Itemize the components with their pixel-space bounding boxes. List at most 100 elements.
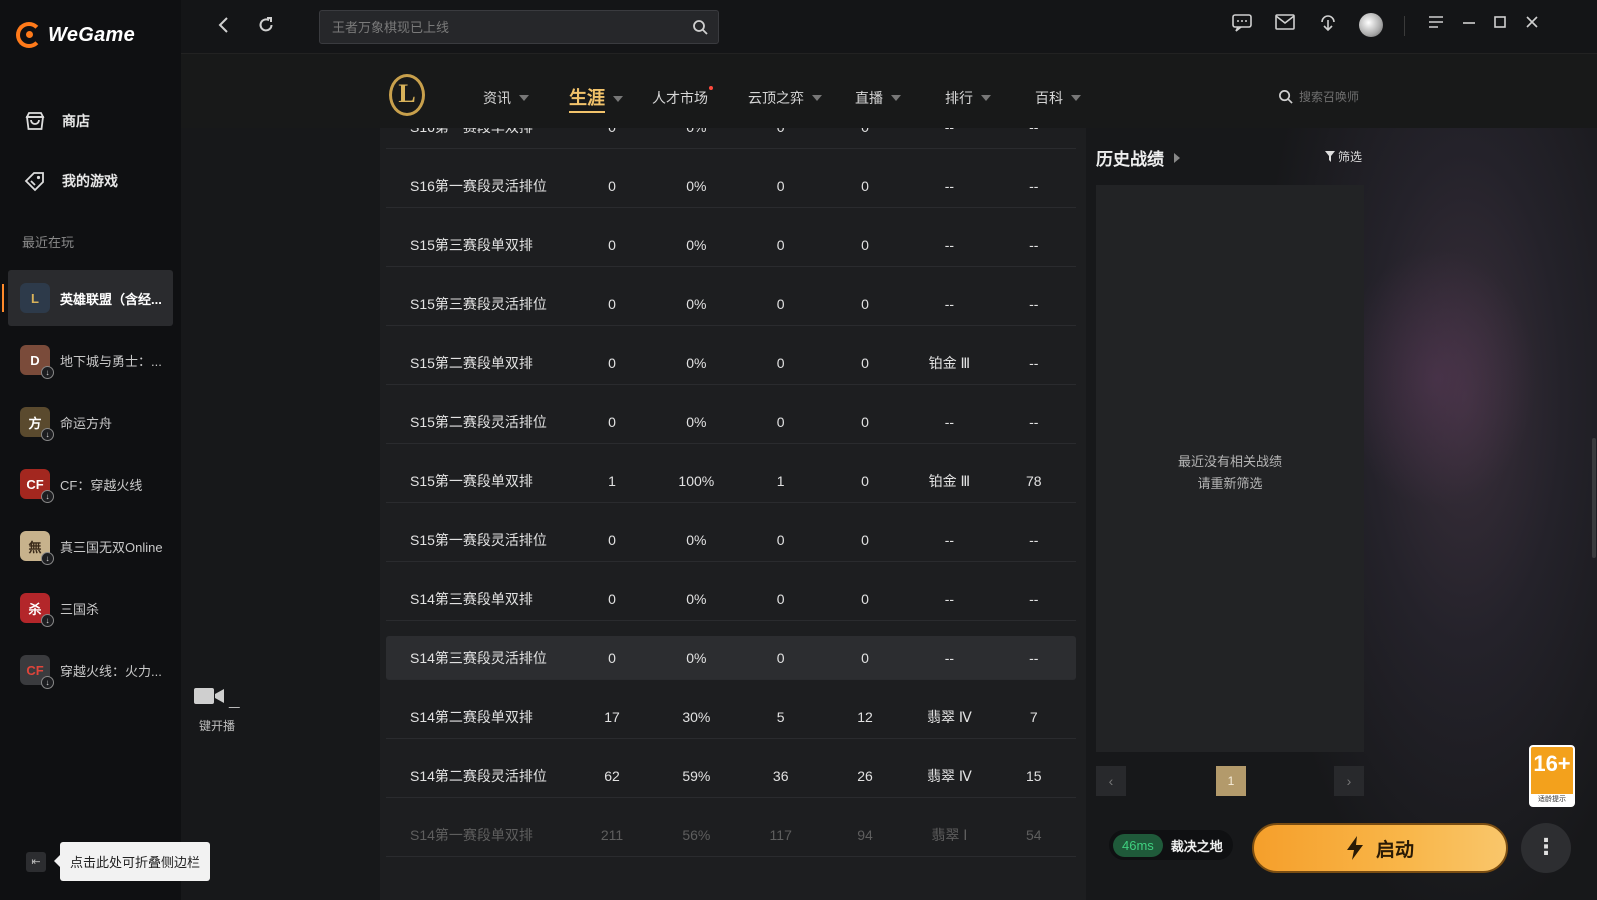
maximize-button[interactable] bbox=[1489, 14, 1511, 34]
table-cell: 0 bbox=[776, 590, 785, 607]
user-avatar[interactable] bbox=[1359, 13, 1383, 37]
collapse-left-icon: ⇤ bbox=[31, 856, 41, 868]
sidebar-item-label: 商店 bbox=[62, 113, 90, 129]
table-row[interactable]: S15第二赛段单双排 0 0% 0 0 铂金 Ⅲ -- bbox=[386, 341, 1076, 385]
global-search-input[interactable] bbox=[320, 11, 680, 43]
table-cell: 0 bbox=[861, 354, 869, 371]
summoner-search[interactable]: 搜索召唤师 bbox=[1278, 88, 1359, 105]
tab-live[interactable]: 直播 bbox=[855, 88, 901, 108]
match-history-title[interactable]: 历史战绩 bbox=[1096, 145, 1180, 170]
more-options-button[interactable]: ⋮ bbox=[1521, 823, 1571, 873]
menu-button[interactable] bbox=[1425, 14, 1447, 34]
table-cell: 0 bbox=[861, 413, 869, 430]
game-tag-icon bbox=[22, 168, 48, 194]
wegame-logo[interactable]: WeGame bbox=[16, 22, 135, 48]
tab-wiki[interactable]: 百科 bbox=[1035, 88, 1081, 108]
season-name-cell: S15第一赛段灵活排位 bbox=[410, 531, 547, 548]
refresh-button[interactable] bbox=[255, 16, 277, 38]
lol-logo-icon[interactable]: L bbox=[389, 74, 425, 116]
scrollbar[interactable] bbox=[1592, 438, 1596, 558]
table-cell: 94 bbox=[857, 826, 873, 843]
table-cell: 0 bbox=[608, 413, 616, 430]
sidebar-item-store[interactable]: 商店 bbox=[22, 108, 90, 134]
recent-game-dnf[interactable]: D ↓ 地下城与勇士：... bbox=[8, 332, 173, 388]
sidebar-item-my-games[interactable]: 我的游戏 bbox=[22, 168, 118, 194]
close-icon bbox=[1526, 16, 1538, 28]
table-cell: 0 bbox=[608, 177, 616, 194]
table-cell: -- bbox=[1029, 649, 1039, 666]
season-name-cell: S16第一赛段单双排 bbox=[386, 128, 570, 137]
table-cell: 0 bbox=[861, 531, 869, 548]
recent-game-lost-ark[interactable]: 方 ↓ 命运方舟 bbox=[8, 394, 173, 450]
table-cell: 0% bbox=[686, 354, 707, 371]
table-cell: 0% bbox=[686, 649, 707, 666]
table-cell: 0 bbox=[823, 128, 907, 135]
chevron-left-icon bbox=[218, 17, 228, 33]
table-row[interactable]: S14第三赛段灵活排位 0 0% 0 0 -- -- bbox=[386, 636, 1076, 680]
recent-game-cf[interactable]: CF ↓ CF：穿越火线 bbox=[8, 456, 173, 512]
launch-button[interactable]: 启动 bbox=[1252, 823, 1508, 873]
ping-badge: 46ms bbox=[1113, 833, 1163, 857]
table-row[interactable]: S16第一赛段灵活排位 0 0% 0 0 -- -- bbox=[386, 164, 1076, 208]
table-cell: 30% bbox=[682, 708, 711, 725]
table-row[interactable]: S14第三赛段单双排 0 0% 0 0 -- -- bbox=[386, 577, 1076, 621]
page-number-button[interactable]: 1 bbox=[1216, 766, 1246, 796]
match-history-list: 最近没有相关战绩 请重新筛选 bbox=[1096, 185, 1364, 752]
mail-button[interactable] bbox=[1274, 14, 1296, 35]
table-cell: 0% bbox=[686, 177, 707, 194]
age-rating-badge: 16+ 适龄提示 bbox=[1529, 745, 1575, 807]
top-bar bbox=[181, 0, 1597, 54]
table-cell: 0% bbox=[686, 531, 707, 548]
download-icon: ↓ bbox=[41, 490, 54, 503]
table-row[interactable]: S14第二赛段单双排 17 30% 5 12 翡翠 Ⅳ 7 bbox=[386, 695, 1076, 739]
recent-game-sanguosha[interactable]: 杀 ↓ 三国杀 bbox=[8, 580, 173, 636]
tab-career[interactable]: 生涯 bbox=[569, 84, 623, 113]
table-row[interactable]: S15第三赛段灵活排位 0 0% 0 0 -- -- bbox=[386, 282, 1076, 326]
game-label: 地下城与勇士：... bbox=[60, 353, 162, 369]
next-page-button[interactable]: › bbox=[1334, 766, 1364, 796]
table-cell: 0 bbox=[608, 590, 616, 607]
search-icon[interactable] bbox=[692, 19, 708, 35]
recent-games-heading: 最近在玩 bbox=[22, 235, 75, 250]
table-row[interactable]: S15第一赛段灵活排位 0 0% 0 0 -- -- bbox=[386, 518, 1076, 562]
filter-button[interactable]: 筛选 bbox=[1324, 148, 1362, 165]
tab-label: 生涯 bbox=[569, 84, 605, 113]
one-click-live-button[interactable]: 一键开播 bbox=[189, 686, 245, 735]
caret-down-icon bbox=[519, 95, 529, 101]
table-cell: -- bbox=[944, 295, 955, 312]
game-label: CF：穿越火线 bbox=[60, 477, 143, 493]
recent-game-dynasty-warriors[interactable]: 無 ↓ 真三国无双Online bbox=[8, 518, 173, 574]
table-cell: 0 bbox=[861, 649, 869, 666]
tab-talent-market[interactable]: 人才市场 bbox=[652, 86, 713, 108]
table-row[interactable]: S14第二赛段灵活排位 62 59% 36 26 翡翠 Ⅳ 15 bbox=[386, 754, 1076, 798]
refresh-icon bbox=[259, 17, 273, 32]
tab-tft[interactable]: 云顶之弈 bbox=[748, 88, 822, 108]
chevron-right-icon bbox=[1174, 152, 1180, 163]
table-row[interactable]: S16第一赛段单双排00%00---- bbox=[386, 128, 1076, 149]
table-row[interactable]: S15第一赛段单双排 1 100% 1 0 铂金 Ⅲ 78 bbox=[386, 459, 1076, 503]
career-content: 一键开播 S16第一赛段单双排00%00----S16第一赛段灵活排位00%00… bbox=[181, 128, 1597, 900]
back-button[interactable] bbox=[213, 16, 235, 38]
global-search bbox=[319, 10, 719, 44]
recent-game-lol[interactable]: L 英雄联盟（含经... bbox=[2, 270, 173, 326]
table-cell: -- bbox=[1029, 177, 1039, 194]
close-button[interactable] bbox=[1521, 14, 1543, 34]
table-cell: 0 bbox=[776, 649, 785, 666]
table-row[interactable]: S15第二赛段灵活排位 0 0% 0 0 -- -- bbox=[386, 400, 1076, 444]
tab-ranking[interactable]: 排行 bbox=[945, 88, 991, 108]
collapse-sidebar-button[interactable]: ⇤ bbox=[26, 852, 46, 872]
recent-game-cf-firepower[interactable]: CF ↓ 穿越火线：火力... bbox=[8, 642, 173, 698]
download-icon: ↓ bbox=[41, 676, 54, 689]
table-cell: 0 bbox=[861, 472, 869, 489]
table-row[interactable]: S15第三赛段单双排 0 0% 0 0 -- -- bbox=[386, 223, 1076, 267]
server-selector[interactable]: 46ms 裁决之地 bbox=[1109, 830, 1233, 860]
minimize-button[interactable] bbox=[1458, 14, 1480, 34]
minimize-icon bbox=[1463, 22, 1475, 24]
tab-news[interactable]: 资讯 bbox=[483, 88, 529, 108]
downloads-button[interactable] bbox=[1317, 14, 1339, 37]
table-row[interactable]: S14第一赛段单双排 211 56% 117 94 翡翠 Ⅰ 54 bbox=[386, 813, 1076, 857]
chat-button[interactable] bbox=[1231, 14, 1253, 37]
table-cell: 0 bbox=[608, 295, 616, 312]
prev-page-button[interactable]: ‹ bbox=[1096, 766, 1126, 796]
table-cell: -- bbox=[944, 531, 955, 548]
